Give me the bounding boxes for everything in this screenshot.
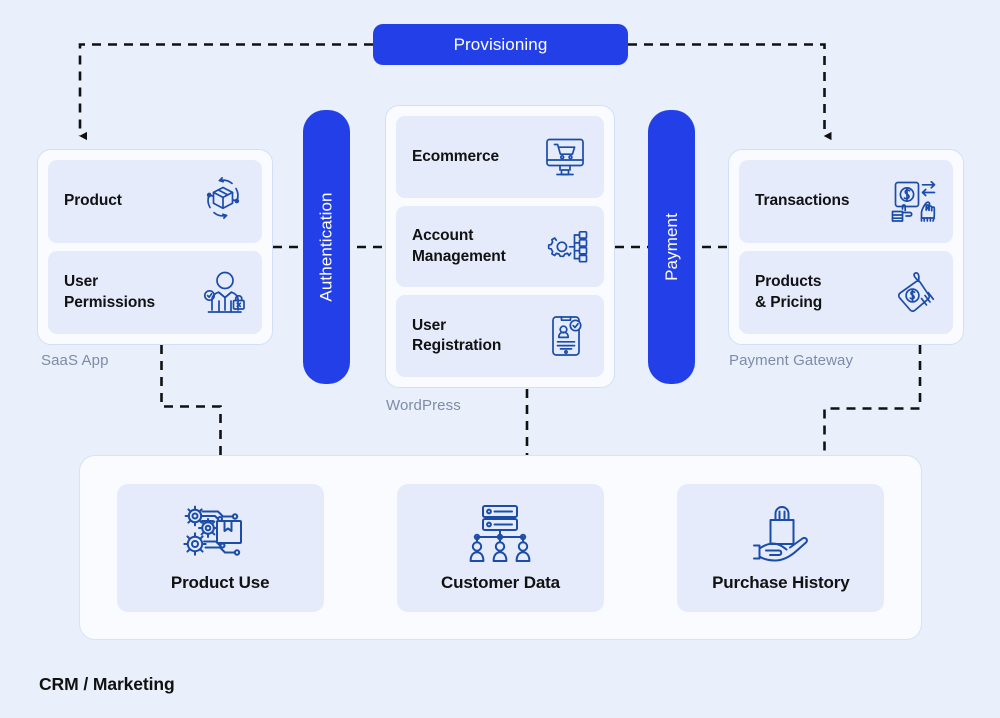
card-ecommerce-label: Ecommerce: [412, 147, 499, 165]
price-tags-icon: [889, 268, 939, 318]
crm-panel: Product Use Customer Data Purchase Histo…: [79, 455, 922, 640]
group-panel-payment-gateway: Transactions Products & Pricing: [728, 149, 964, 345]
payment-bar[interactable]: Payment: [648, 110, 695, 384]
authentication-label: Authentication: [316, 192, 336, 302]
crm-card-purchase-history[interactable]: Purchase History: [677, 483, 885, 612]
authentication-bar[interactable]: Authentication: [303, 110, 350, 384]
card-products-pricing-line1: Products: [755, 273, 822, 291]
connector-saas-to-crm-product-use: [160, 345, 228, 472]
card-account-management-label: Account Management: [412, 226, 506, 267]
product-use-gears-icon: [182, 503, 258, 565]
card-product[interactable]: Product: [48, 160, 262, 243]
card-user-registration-label: User Registration: [412, 316, 501, 357]
purchase-history-bag-hand-icon: [748, 503, 814, 565]
card-ecommerce[interactable]: Ecommerce: [396, 116, 604, 198]
provisioning-bar[interactable]: Provisioning: [373, 24, 628, 65]
card-products-pricing[interactable]: Products & Pricing: [739, 251, 953, 334]
crm-panel-title: CRM / Marketing: [39, 674, 175, 694]
product-rotation-icon: [198, 176, 248, 227]
payment-label: Payment: [661, 213, 681, 281]
card-products-pricing-label: Products & Pricing: [755, 272, 822, 313]
card-user-permissions-line1: User: [64, 273, 99, 291]
card-transactions-label: Transactions: [755, 192, 850, 210]
card-products-pricing-line2: & Pricing: [755, 293, 823, 311]
diagram-canvas: Provisioning Authentication Payment Prod…: [0, 0, 1000, 718]
card-user-permissions-line2: Permissions: [64, 293, 156, 311]
crm-card-customer-data-label: Customer Data: [441, 572, 560, 592]
crm-card-product-use-label: Product Use: [170, 572, 270, 592]
group-panel-wordpress: Ecommerce Account Management User Regist…: [385, 105, 615, 388]
card-user-registration-line1: User: [412, 316, 447, 334]
user-registration-form-icon: [542, 312, 590, 360]
user-permissions-icon: [200, 269, 248, 317]
card-product-label: Product: [64, 192, 122, 210]
card-user-registration-line2: Registration: [412, 337, 502, 355]
card-transactions[interactable]: Transactions: [739, 160, 953, 243]
card-account-management-line1: Account: [412, 227, 474, 245]
crm-card-customer-data[interactable]: Customer Data: [396, 483, 604, 612]
customer-data-org-icon: [467, 503, 533, 565]
caption-wordpress: WordPress: [386, 397, 461, 414]
caption-payment-gateway: Payment Gateway: [729, 352, 854, 369]
crm-card-product-use[interactable]: Product Use: [116, 483, 324, 612]
ecommerce-monitor-cart-icon: [540, 132, 590, 182]
account-management-gear-icon: [540, 222, 590, 272]
card-account-management-line2: Management: [412, 247, 506, 265]
crm-card-purchase-history-label: Purchase History: [712, 572, 850, 592]
caption-saas-app: SaaS App: [41, 352, 109, 369]
card-user-permissions[interactable]: User Permissions: [48, 251, 262, 334]
provisioning-label: Provisioning: [453, 34, 548, 54]
card-user-registration[interactable]: User Registration: [396, 295, 604, 378]
transactions-hand-money-icon: [889, 177, 939, 227]
card-account-management[interactable]: Account Management: [396, 205, 604, 288]
card-user-permissions-label: User Permissions: [64, 272, 155, 313]
group-panel-saas-app: Product User Permissions: [37, 149, 273, 345]
